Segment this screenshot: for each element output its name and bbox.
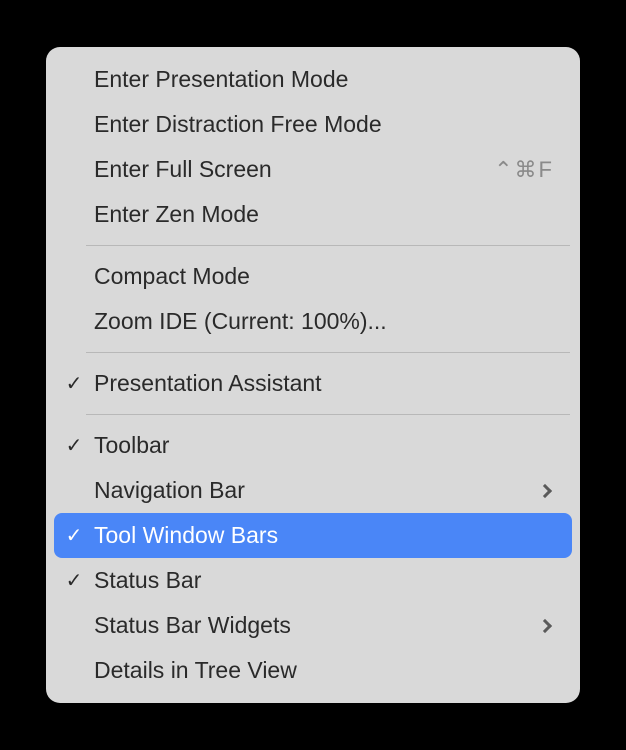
menu-item-presentation-assistant[interactable]: ✓Presentation Assistant <box>54 361 572 406</box>
menu-item-label: Presentation Assistant <box>94 370 554 397</box>
menu-item-status-bar[interactable]: ✓Status Bar <box>54 558 572 603</box>
menu-separator <box>86 414 570 415</box>
menu-item-label: Details in Tree View <box>94 657 554 684</box>
checkmark-icon: ✓ <box>54 568 94 593</box>
context-menu: Enter Presentation Mode Enter Distraction… <box>46 47 580 703</box>
menu-separator <box>86 245 570 246</box>
menu-item-toolbar[interactable]: ✓Toolbar <box>54 423 572 468</box>
menu-item-label: Tool Window Bars <box>94 522 554 549</box>
menu-item-label: Toolbar <box>94 432 554 459</box>
menu-item-enter-presentation-mode[interactable]: Enter Presentation Mode <box>54 57 572 102</box>
menu-item-label: Status Bar Widgets <box>94 612 540 639</box>
checkmark-icon: ✓ <box>54 371 94 396</box>
checkmark-icon: ✓ <box>54 433 94 458</box>
menu-item-label: Navigation Bar <box>94 477 540 504</box>
menu-item-label: Zoom IDE (Current: 100%)... <box>94 308 554 335</box>
menu-item-zoom-ide[interactable]: Zoom IDE (Current: 100%)... <box>54 299 572 344</box>
menu-item-label: Status Bar <box>94 567 554 594</box>
chevron-right-icon <box>540 486 554 496</box>
menu-item-compact-mode[interactable]: Compact Mode <box>54 254 572 299</box>
menu-item-enter-zen-mode[interactable]: Enter Zen Mode <box>54 192 572 237</box>
checkmark-icon: ✓ <box>54 523 94 548</box>
menu-item-tool-window-bars[interactable]: ✓Tool Window Bars <box>54 513 572 558</box>
menu-item-label: Enter Presentation Mode <box>94 66 554 93</box>
menu-item-label: Enter Full Screen <box>94 156 494 183</box>
menu-item-enter-distraction-free-mode[interactable]: Enter Distraction Free Mode <box>54 102 572 147</box>
menu-item-navigation-bar[interactable]: Navigation Bar <box>54 468 572 513</box>
menu-item-status-bar-widgets[interactable]: Status Bar Widgets <box>54 603 572 648</box>
chevron-right-icon <box>540 621 554 631</box>
menu-item-label: Compact Mode <box>94 263 554 290</box>
menu-separator <box>86 352 570 353</box>
menu-item-shortcut: ⌃⌘F <box>494 157 554 183</box>
menu-item-enter-full-screen[interactable]: Enter Full Screen⌃⌘F <box>54 147 572 192</box>
menu-item-label: Enter Distraction Free Mode <box>94 111 554 138</box>
menu-item-details-in-tree-view[interactable]: Details in Tree View <box>54 648 572 693</box>
menu-item-label: Enter Zen Mode <box>94 201 554 228</box>
